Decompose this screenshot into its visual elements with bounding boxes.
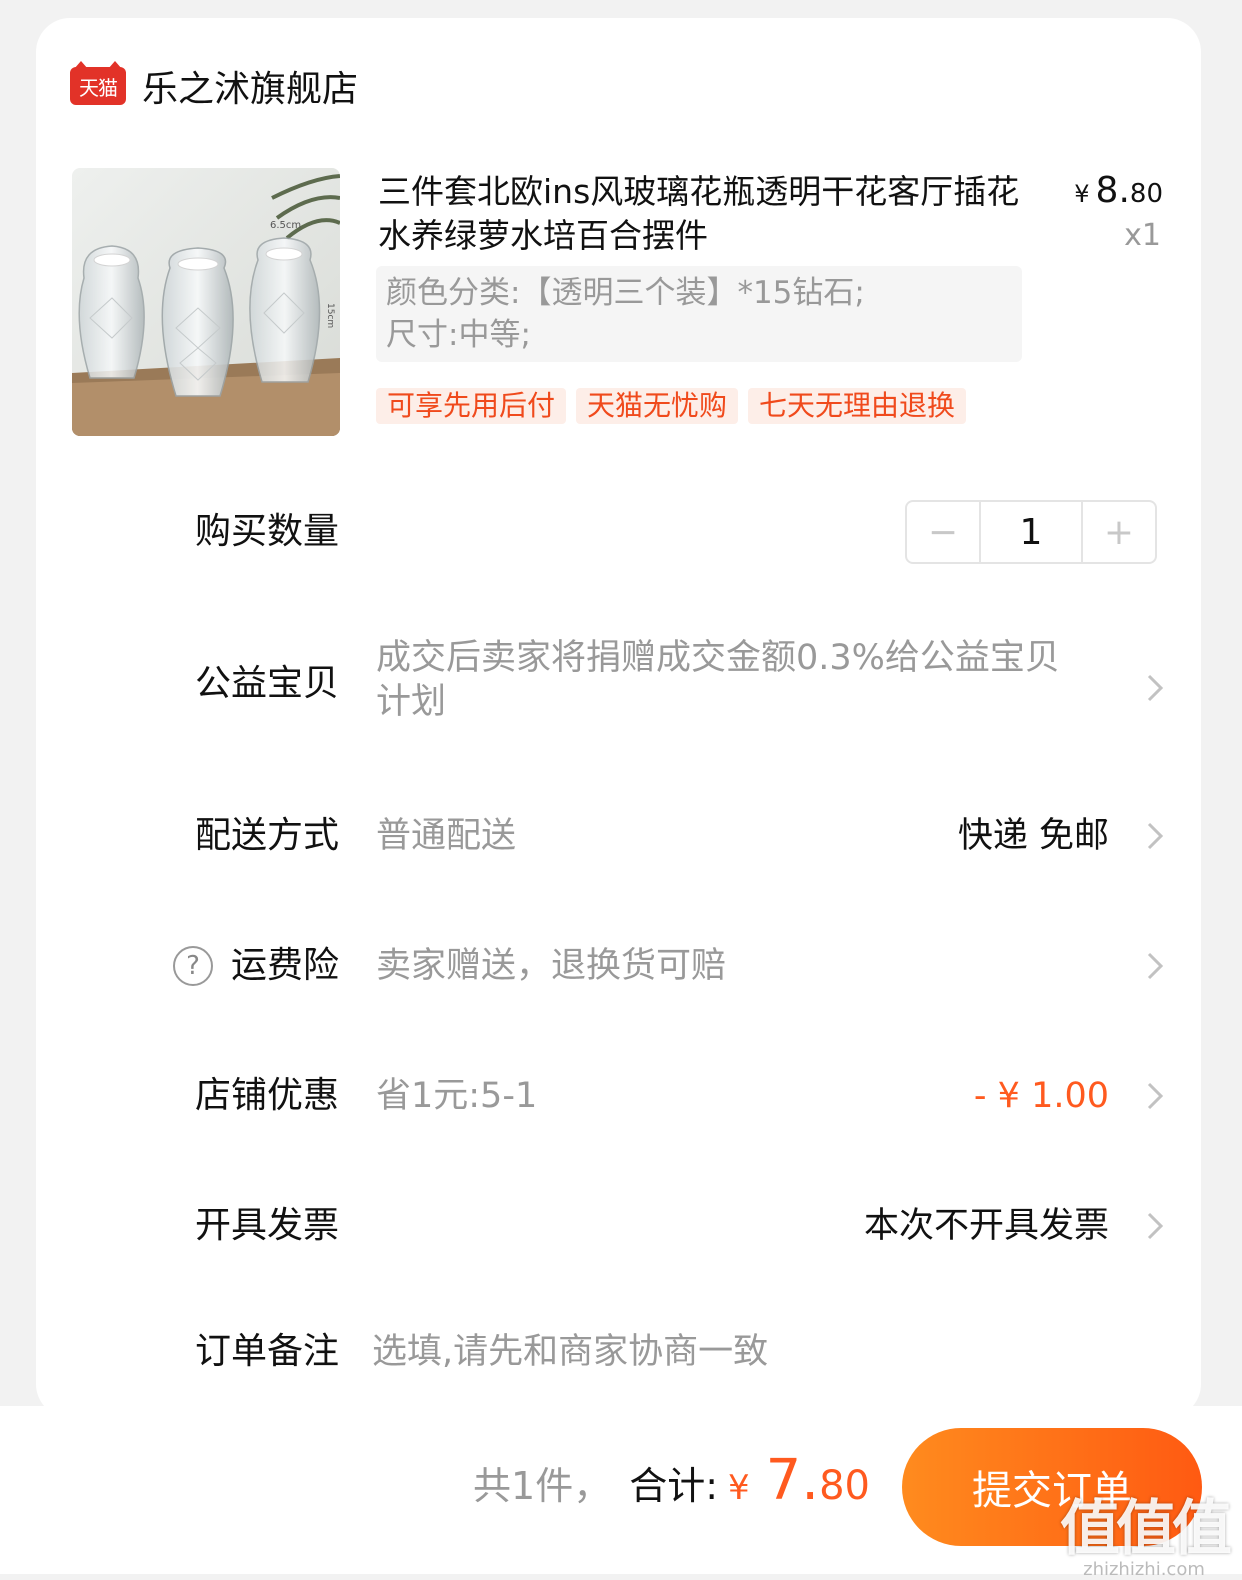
price-integer: 8. [1095,170,1130,211]
order-card: 天猫 乐之沭旗舰店 6.5cm 15cm 三件套北欧ins风玻璃花瓶透明干花客厅… [36,18,1201,1418]
sku-size: 尺寸:中等; [386,317,531,353]
minus-button[interactable]: − [907,502,979,562]
delivery-label: 配送方式 [194,815,339,856]
sku-color: 颜色分类:【透明三个装】*15钻石; [386,275,865,311]
checkout-bar: 共1件， 合计: ¥ 7. 80 提交订单 [0,1406,1242,1574]
quantity-label: 购买数量 [194,511,339,552]
shipping-insurance-value: 卖家赠送，退换货可赔 [376,946,727,986]
total-currency: ¥ [728,1468,750,1508]
store-discount-amount: - ¥ 1.00 [973,1076,1109,1116]
total-decimal: 80 [819,1463,870,1509]
store-discount-value: 省1元:5-1 [376,1076,538,1116]
remark-row: 订单备注 选填,请先和商家协商一致 [36,1322,1201,1382]
delivery-row[interactable]: 配送方式 普通配送 快递 免邮 [36,806,1201,866]
delivery-value: 普通配送 [376,816,517,856]
quantity-stepper[interactable]: − 1 + [905,500,1157,564]
shipping-insurance-label: ? 运费险 [172,936,339,996]
service-tags: 可享先用后付 天猫无忧购 七天无理由退换 [376,388,967,424]
chevron-right-icon [1147,674,1164,702]
vase-photo: 6.5cm 15cm [72,168,340,436]
watermark-logo: 值值值 [1060,1494,1232,1564]
store-discount-row[interactable]: 店铺优惠 省1元:5-1 - ¥ 1.00 [36,1066,1201,1126]
invoice-value: 本次不开具发票 [863,1206,1109,1246]
tag-seven-day-return: 七天无理由退换 [748,388,967,424]
plus-button[interactable]: + [1083,502,1155,562]
product-title[interactable]: 三件套北欧ins风玻璃花瓶透明干花客厅插花水养绿萝水培百合摆件 [378,170,1028,258]
price-decimal: 80 [1129,179,1163,209]
svg-text:15cm: 15cm [325,303,335,328]
remark-input[interactable]: 选填,请先和商家协商一致 [372,1322,768,1382]
shipping-insurance-text: 运费险 [230,945,339,986]
total-label: 合计: [629,1464,719,1508]
chevron-right-icon [1147,952,1164,980]
watermark: 值值值 zhizhizhi.com [1060,1480,1232,1580]
charity-row[interactable]: 公益宝贝 成交后卖家将捐赠成交金额0.3%给公益宝贝计划 [36,636,1201,736]
store-header[interactable]: 天猫 乐之沭旗舰店 [70,61,358,110]
invoice-row[interactable]: 开具发票 本次不开具发票 [36,1196,1201,1256]
chevron-right-icon [1147,822,1164,850]
remark-label: 订单备注 [194,1331,339,1372]
sku-box[interactable]: 颜色分类:【透明三个装】*15钻石; 尺寸:中等; [376,266,1022,362]
total-integer: 7. [765,1448,820,1513]
tag-pay-later: 可享先用后付 [376,388,567,424]
watermark-url: zhizhizhi.com [1083,1559,1205,1580]
chevron-right-icon [1147,1212,1164,1240]
tmall-logo-icon: 天猫 [70,61,126,105]
charity-value: 成交后卖家将捐赠成交金额0.3%给公益宝贝计划 [376,638,1060,722]
store-discount-label: 店铺优惠 [194,1075,339,1116]
store-name[interactable]: 乐之沭旗舰店 [142,60,358,112]
quantity-input[interactable]: 1 [979,502,1083,562]
order-summary: 共1件， 合计: ¥ 7. 80 [473,1448,870,1513]
question-icon[interactable]: ? [172,946,213,986]
charity-label: 公益宝贝 [194,663,339,704]
shipping-insurance-row[interactable]: ? 运费险 卖家赠送，退换货可赔 [36,936,1201,996]
item-count: 共1件， [473,1464,612,1508]
tag-tmall-worry-free: 天猫无忧购 [576,388,739,424]
invoice-label: 开具发票 [194,1205,339,1246]
product-image[interactable]: 6.5cm 15cm [72,168,340,436]
chevron-right-icon [1147,1082,1164,1110]
delivery-right: 快递 免邮 [957,816,1109,856]
product-quantity: x1 [1124,218,1161,253]
svg-text:6.5cm: 6.5cm [270,220,301,231]
product-price: ¥8.80 [1074,170,1163,211]
price-currency: ¥ [1074,180,1090,208]
